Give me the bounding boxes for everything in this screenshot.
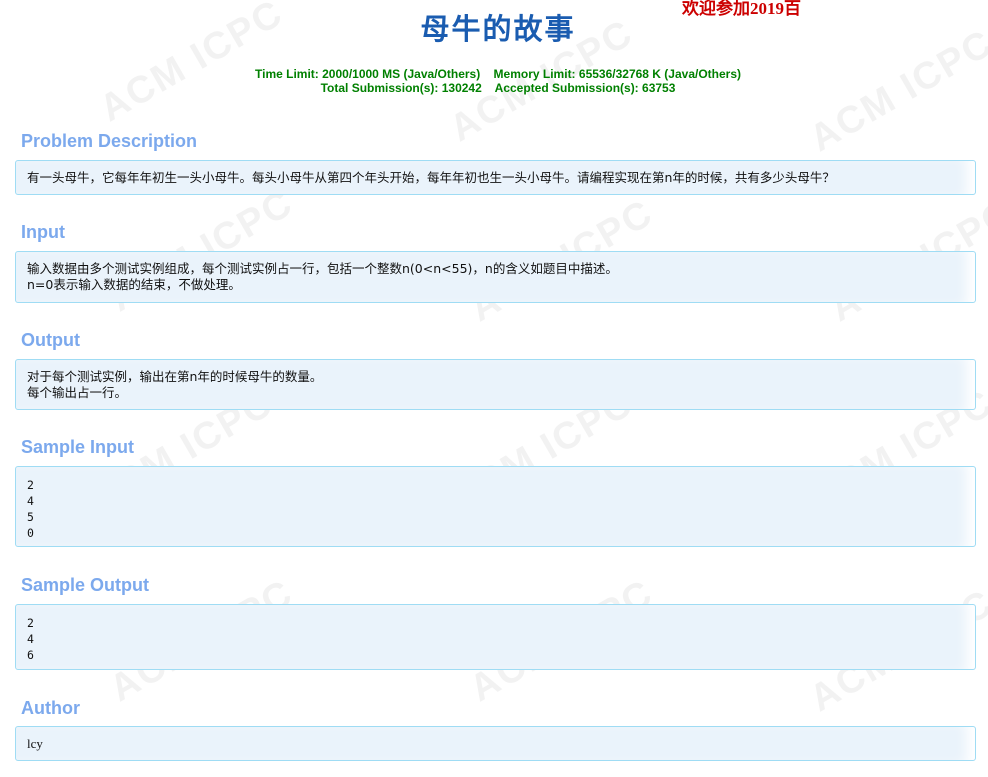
input-description-panel: 输入数据由多个测试实例组成，每个测试实例占一行，包括一个整数n(0<n<55)，… — [15, 251, 976, 303]
section-title-author: Author — [21, 698, 80, 718]
author-name: lcy — [27, 736, 43, 751]
input-description-line: 输入数据由多个测试实例组成，每个测试实例占一行，包括一个整数n(0<n<55)，… — [27, 261, 618, 276]
sample-input-line: 0 — [27, 526, 34, 540]
section-title-input: Input — [21, 222, 65, 242]
sample-output-line: 4 — [27, 632, 34, 646]
problem-description-panel: 有一头母牛，它每年年初生一头小母牛。每头小母牛从第四个年头开始，每年年初也生一头… — [15, 160, 976, 195]
output-description-line: 每个输出占一行。 — [27, 385, 128, 400]
output-description-line: 对于每个测试实例，输出在第n年的时候母牛的数量。 — [27, 369, 323, 384]
problem-description-text: 有一头母牛，它每年年初生一头小母牛。每头小母牛从第四个年头开始，每年年初也生一头… — [27, 170, 835, 185]
limits-line-submissions: Total Submission(s): 130242 Accepted Sub… — [320, 81, 676, 95]
section-title-sample-output: Sample Output — [21, 575, 150, 595]
sample-input-panel: 2 4 5 0 — [15, 466, 976, 547]
problem-limits: Time Limit: 2000/1000 MS (Java/Others) M… — [0, 67, 988, 95]
section-title-sample-input: Sample Input — [21, 437, 135, 457]
sample-output-line: 2 — [27, 616, 34, 630]
sample-input-line: 4 — [27, 494, 34, 508]
sample-output-panel: 2 4 6 — [15, 604, 976, 670]
author-panel: lcy — [15, 726, 976, 761]
output-description-panel: 对于每个测试实例，输出在第n年的时候母牛的数量。 每个输出占一行。 — [15, 359, 976, 410]
input-description-line: n=0表示输入数据的结束，不做处理。 — [27, 277, 241, 292]
sample-input-line: 2 — [27, 478, 34, 492]
sample-input-line: 5 — [27, 510, 34, 524]
sample-output-line: 6 — [27, 648, 34, 662]
problem-title: 母牛的故事 — [420, 12, 576, 46]
section-title-output: Output — [21, 330, 80, 350]
limits-line-time-memory: Time Limit: 2000/1000 MS (Java/Others) M… — [255, 67, 741, 81]
section-title-problem-description: Problem Description — [21, 131, 198, 151]
